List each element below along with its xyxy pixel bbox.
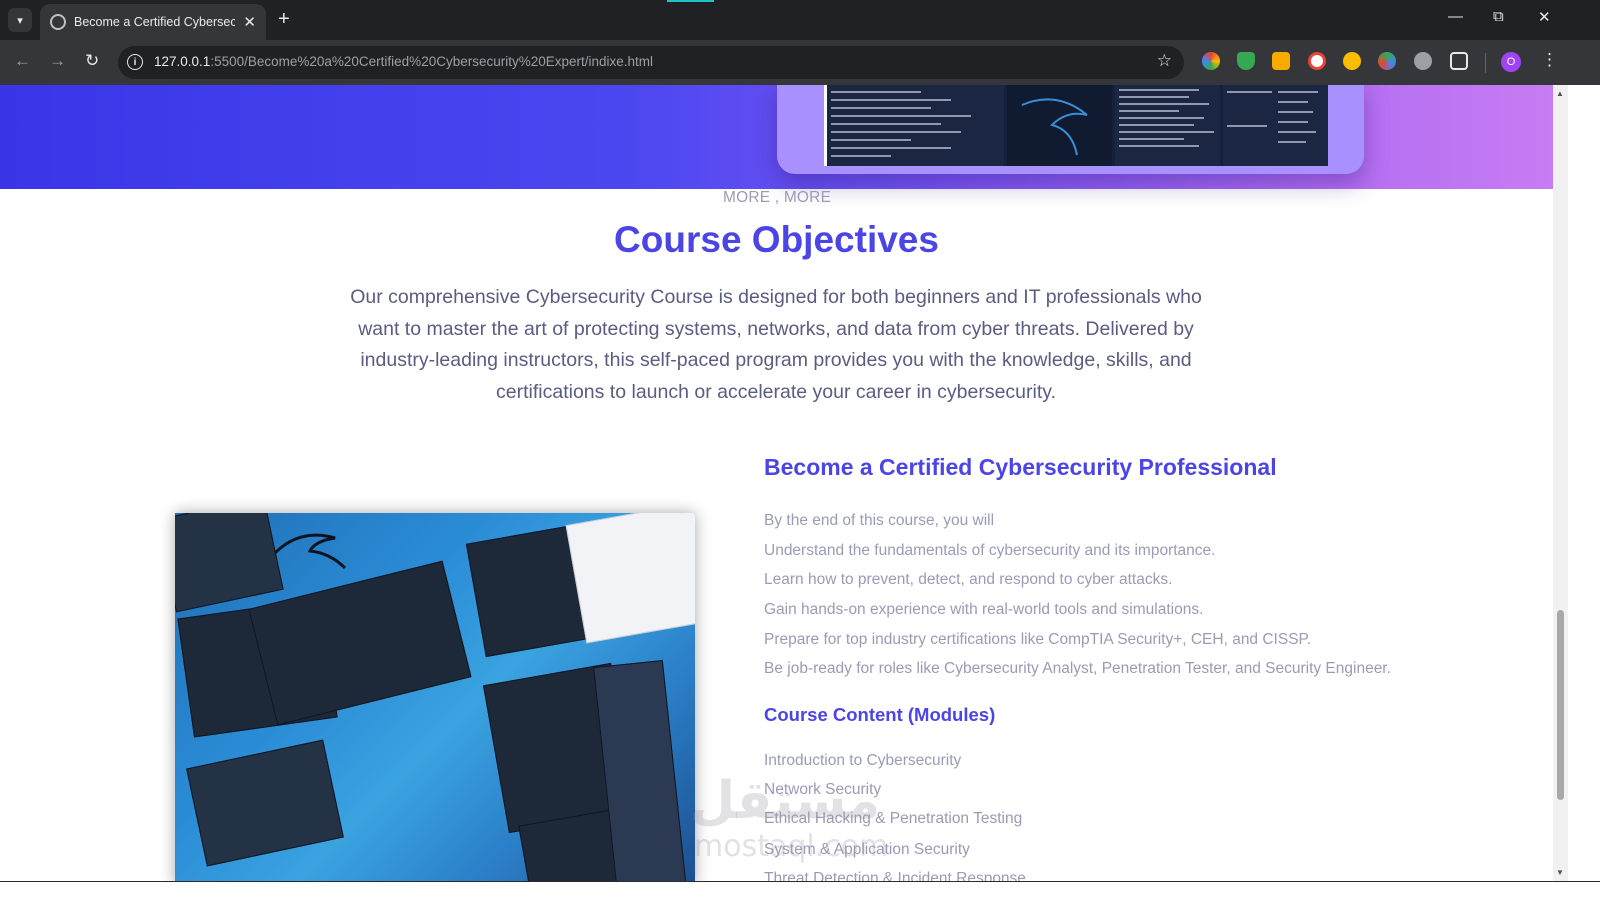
- page-viewport: MORE , MORE Course Objectives Our compre…: [0, 85, 1553, 881]
- extension-face-icon[interactable]: [1414, 52, 1432, 70]
- new-tab-button[interactable]: +: [278, 9, 290, 29]
- url-text[interactable]: 127.0.0.1:5500/Become%20a%20Certified%20…: [154, 54, 653, 69]
- course-modules-title: Course Content (Modules): [764, 704, 996, 725]
- tab-indicator: [667, 0, 714, 2]
- close-icon[interactable]: ✕: [243, 13, 256, 31]
- certification-title: Become a Certified Cybersecurity Profess…: [764, 454, 1277, 480]
- process-pane: [1223, 85, 1328, 166]
- toolbar-divider: [1485, 53, 1486, 73]
- browser-chrome: ▾ Become a Certified Cybersecuri ✕ + — ⧉…: [0, 0, 1600, 85]
- menu-icon[interactable]: ⋮: [1541, 50, 1558, 70]
- reload-icon[interactable]: ↻: [85, 51, 99, 71]
- dragon-logo-icon: [1021, 98, 1088, 156]
- extensions-icon[interactable]: [1450, 52, 1468, 70]
- extension-color-icon[interactable]: [1202, 52, 1220, 70]
- sysinfo-pane: [1115, 85, 1220, 166]
- folders-window: [186, 739, 344, 867]
- module-item: Network Security: [764, 781, 882, 798]
- extension-ring-icon[interactable]: [1308, 52, 1326, 70]
- tab-strip: ▾ Become a Certified Cybersecuri ✕ + — ⧉…: [0, 0, 1600, 40]
- outcome-item: Prepare for top industry certifications …: [764, 631, 1312, 648]
- code-window: [565, 513, 695, 644]
- restore-icon[interactable]: ⧉: [1493, 8, 1504, 25]
- scroll-thumb[interactable]: [1557, 610, 1564, 800]
- course-objectives-title: Course Objectives: [614, 219, 939, 260]
- dragon-pane: [1007, 85, 1112, 166]
- bookmark-star-icon[interactable]: ☆: [1157, 51, 1172, 71]
- module-item: Introduction to Cybersecurity: [764, 752, 962, 769]
- window-close-icon[interactable]: ✕: [1538, 8, 1551, 26]
- outcome-item: Be job-ready for roles like Cybersecurit…: [764, 660, 1391, 677]
- kali-dragon-icon: [273, 533, 347, 570]
- extension-cookie-icon[interactable]: [1343, 52, 1361, 70]
- url-path: :5500/Become%20a%20Certified%20Cybersecu…: [210, 54, 654, 69]
- toolbar: ← → ↻ i 127.0.0.1:5500/Become%20a%20Cert…: [0, 40, 1600, 85]
- minimize-icon[interactable]: —: [1448, 8, 1463, 25]
- outcome-item: Learn how to prevent, detect, and respon…: [764, 571, 1173, 588]
- window-edge: [1568, 85, 1600, 881]
- window-bottom-edge: [0, 881, 1600, 900]
- module-item: Threat Detection & Incident Response: [764, 870, 1026, 881]
- tab-title: Become a Certified Cybersecuri: [74, 15, 236, 29]
- extension-bars-icon[interactable]: [1272, 52, 1290, 70]
- active-tab[interactable]: Become a Certified Cybersecuri ✕: [40, 4, 266, 40]
- module-item: System & Application Security: [764, 841, 970, 858]
- scroll-down-icon[interactable]: ▼: [1556, 868, 1564, 877]
- course-desktop-image: [175, 513, 695, 881]
- globe-icon: [50, 14, 66, 30]
- back-icon[interactable]: ←: [14, 51, 31, 71]
- outcome-item: By the end of this course, you will: [764, 512, 995, 529]
- forward-icon[interactable]: →: [49, 51, 66, 71]
- outcome-item: Understand the fundamentals of cybersecu…: [764, 542, 1216, 559]
- hero-screenshot-image: [824, 85, 1328, 166]
- more-link[interactable]: MORE , MORE: [723, 189, 831, 207]
- address-bar[interactable]: i 127.0.0.1:5500/Become%20a%20Certified%…: [118, 46, 1184, 79]
- url-host: 127.0.0.1: [154, 54, 211, 69]
- site-info-icon[interactable]: i: [127, 54, 143, 70]
- module-item: Ethical Hacking & Penetration Testing: [764, 810, 1023, 827]
- vertical-scrollbar[interactable]: ▲ ▼: [1553, 85, 1568, 881]
- terminal-pane: [827, 85, 1004, 166]
- course-objectives-description: Our comprehensive Cybersecurity Course i…: [350, 286, 1202, 403]
- outcome-item: Gain hands-on experience with real-world…: [764, 601, 1204, 618]
- extension-picker-icon[interactable]: [1378, 52, 1396, 70]
- hero-banner: [0, 85, 1553, 189]
- profile-avatar[interactable]: O: [1501, 52, 1521, 72]
- scroll-up-icon[interactable]: ▲: [1556, 89, 1564, 98]
- tab-search-icon[interactable]: ▾: [8, 8, 32, 32]
- extension-shield-icon[interactable]: [1237, 52, 1255, 70]
